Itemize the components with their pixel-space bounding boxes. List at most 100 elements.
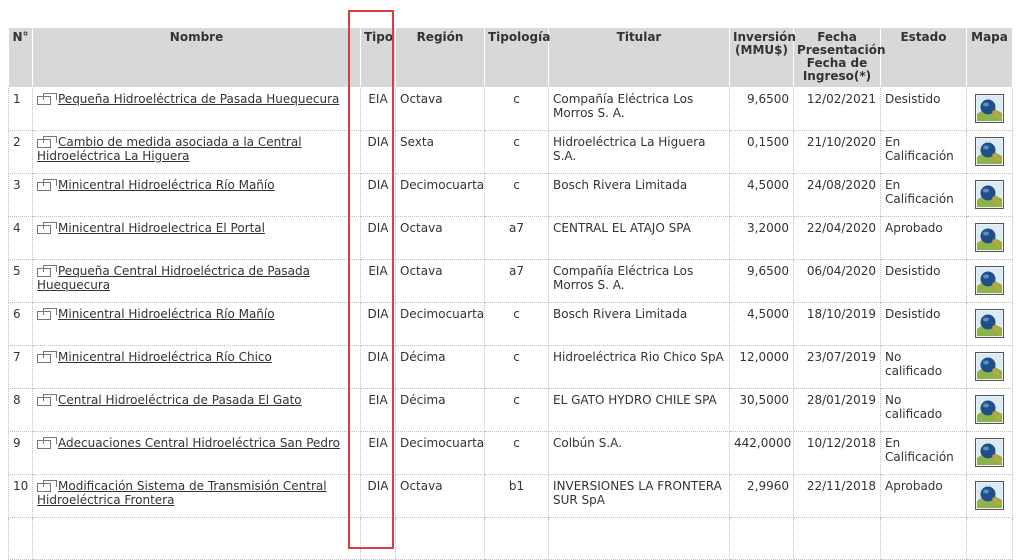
fecha-cell: 18/10/2019 [793,302,881,346]
row-number: 10 [8,474,33,518]
header-estado: Estado [880,27,967,88]
project-name-cell: Cambio de medida asociada a la Central H… [32,130,361,174]
estado-cell: No calificado [880,388,967,432]
mapa-cell [966,388,1013,432]
map-globe-icon[interactable] [975,137,1004,166]
table-row: 6 Minicentral Hidroeléctrica Río Mañío D… [8,302,1013,346]
region-cell: Décima [395,388,485,432]
titular-cell: Bosch Rivera Limitada [548,302,730,346]
window-icon [37,437,57,449]
project-link[interactable]: Minicentral Hidroeléctrica Río Chico [58,350,272,364]
window-icon [37,351,57,363]
fecha-cell: 28/01/2019 [793,388,881,432]
row-number: 2 [8,130,33,174]
estado-cell: En Calificación [880,130,967,174]
row-number: 6 [8,302,33,346]
table-row: 8 Central Hidroeléctrica de Pasada El Ga… [8,388,1013,432]
tipologia-cell: c [484,173,549,217]
table-row: 7 Minicentral Hidroeléctrica Río Chico D… [8,345,1013,389]
row-number: 4 [8,216,33,260]
map-globe-icon[interactable] [975,266,1004,295]
tipo-cell: DIA [360,345,396,389]
project-link[interactable]: Minicentral Hidroeléctrica Río Mañío [58,307,275,321]
fecha-cell: 24/08/2020 [793,173,881,217]
map-globe-icon[interactable] [975,180,1004,209]
row-number: 9 [8,431,33,475]
region-cell: Octava [395,87,485,131]
project-link[interactable]: Cambio de medida asociada a la Central H… [37,135,302,163]
tipologia-cell: c [484,87,549,131]
mapa-cell [966,345,1013,389]
inversion-cell: 0,1500 [729,130,794,174]
project-name-cell: Modificación Sistema de Transmisión Cent… [32,474,361,518]
project-name-cell: Minicentral Hidroeléctrica Río Mañío [32,302,361,346]
project-link[interactable]: Pequeña Central Hidroeléctrica de Pasada… [37,264,310,292]
estado-cell: No calificado [880,345,967,389]
window-icon [37,394,57,406]
window-icon [37,136,57,148]
header-region: Región [395,27,485,88]
inversion-cell: 12,0000 [729,345,794,389]
project-name-cell: Pequeña Central Hidroeléctrica de Pasada… [32,259,361,303]
estado-cell: Desistido [880,87,967,131]
map-globe-icon[interactable] [975,481,1004,510]
project-link[interactable]: Adecuaciones Central Hidroeléctrica San … [58,436,340,450]
region-cell: Octava [395,259,485,303]
titular-cell: INVERSIONES LA FRONTERA SUR SpA [548,474,730,518]
project-link[interactable]: Pequeña Hidroeléctrica de Pasada Huequec… [58,92,339,106]
fecha-cell: 12/02/2021 [793,87,881,131]
estado-cell: Desistido [880,302,967,346]
map-globe-icon[interactable] [975,395,1004,424]
project-name-cell: Minicentral Hidroeléctrica Río Chico [32,345,361,389]
window-icon [37,222,57,234]
titular-cell: Colbún S.A. [548,431,730,475]
project-name-cell: Minicentral Hidroelectrica El Portal [32,216,361,260]
map-globe-icon[interactable] [975,223,1004,252]
estado-cell: En Calificación [880,173,967,217]
project-name-cell: Pequeña Hidroeléctrica de Pasada Huequec… [32,87,361,131]
table-row: 1 Pequeña Hidroeléctrica de Pasada Huequ… [8,87,1013,131]
header-tipo: Tipo [360,27,396,88]
table-row: 5 Pequeña Central Hidroeléctrica de Pasa… [8,259,1013,303]
titular-cell: Compañía Eléctrica Los Morros S. A. [548,259,730,303]
project-link[interactable]: Minicentral Hidroeléctrica Río Mañío [58,178,275,192]
estado-cell: Aprobado [880,474,967,518]
fecha-cell: 10/12/2018 [793,431,881,475]
project-name-cell: Central Hidroeléctrica de Pasada El Gato [32,388,361,432]
header-num: N° [8,27,33,88]
window-icon [37,93,57,105]
inversion-cell: 3,2000 [729,216,794,260]
header-tipologia: Tipología [484,27,550,88]
region-cell: Decimocuarta [395,173,485,217]
projects-table: N° Nombre Tipo Región Tipología Titular … [8,27,1013,560]
map-globe-icon[interactable] [975,352,1004,381]
region-cell: Octava [395,216,485,260]
fecha-cell: 23/07/2019 [793,345,881,389]
tipo-cell: DIA [360,173,396,217]
project-name-cell: Minicentral Hidroeléctrica Río Mañío [32,173,361,217]
header-fecha: Fecha Presentación Fecha de Ingreso(*) [793,27,886,88]
projects-table-container: N° Nombre Tipo Región Tipología Titular … [8,27,1013,560]
header-mapa: Mapa [966,27,1013,88]
project-link[interactable]: Central Hidroeléctrica de Pasada El Gato [58,393,302,407]
map-globe-icon[interactable] [975,438,1004,467]
empty-row [8,517,1013,560]
project-link[interactable]: Modificación Sistema de Transmisión Cent… [37,479,327,507]
tipo-cell: DIA [360,474,396,518]
map-globe-icon[interactable] [975,309,1004,338]
inversion-cell: 30,5000 [729,388,794,432]
mapa-cell [966,173,1013,217]
tipologia-cell: b1 [484,474,549,518]
tipo-cell: EIA [360,87,396,131]
map-globe-icon[interactable] [975,94,1004,123]
region-cell: Decimocuarta [395,302,485,346]
row-number: 7 [8,345,33,389]
window-icon [37,480,57,492]
tipologia-cell: a7 [484,216,549,260]
row-number: 5 [8,259,33,303]
mapa-cell [966,216,1013,260]
tipo-cell: EIA [360,431,396,475]
header-nombre: Nombre [32,27,361,88]
project-link[interactable]: Minicentral Hidroelectrica El Portal [58,221,265,235]
header-inversion: Inversión (MMU$) [729,27,796,88]
